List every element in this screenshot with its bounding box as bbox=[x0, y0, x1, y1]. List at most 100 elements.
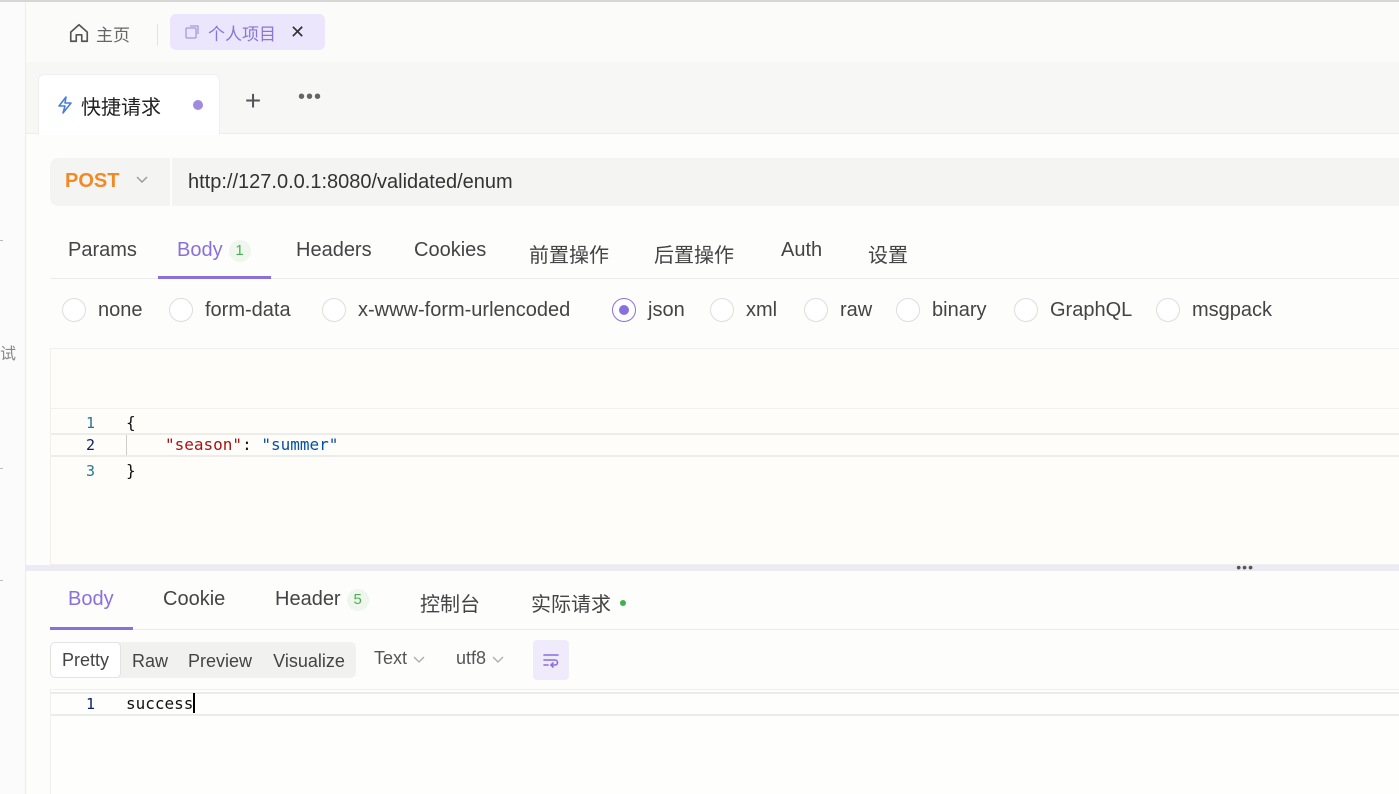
status-dot bbox=[620, 599, 626, 606]
line-number: 3 bbox=[85, 462, 95, 480]
radio-circle[interactable] bbox=[896, 298, 920, 322]
url-bar: POST http://127.0.0.1:8080/validated/enu… bbox=[50, 158, 1399, 206]
text-cursor bbox=[193, 693, 196, 713]
code-text: "season": "summer" bbox=[165, 433, 338, 457]
tab-auth[interactable]: Auth bbox=[781, 239, 822, 262]
tab-label: Cookies bbox=[414, 239, 487, 261]
radio-xml[interactable]: xml bbox=[710, 298, 777, 322]
word-wrap-button[interactable] bbox=[533, 640, 569, 680]
external-link-icon bbox=[185, 25, 199, 39]
radio-circle[interactable] bbox=[169, 298, 193, 322]
radio-circle[interactable] bbox=[62, 298, 86, 322]
view-mode-pretty[interactable]: Pretty bbox=[50, 642, 121, 678]
radio-label: form-data bbox=[205, 298, 291, 321]
radio-label: none bbox=[98, 298, 143, 321]
tab-console[interactable]: 控制台 bbox=[420, 588, 480, 617]
sidebar-tick bbox=[0, 240, 3, 241]
view-mode-segmented-control: Pretty Raw Preview Visualize bbox=[50, 642, 356, 678]
tab-label: 设置 bbox=[868, 245, 908, 267]
format-dropdown[interactable]: Text bbox=[374, 648, 427, 669]
radio-x-www-form-urlencoded[interactable]: x-www-form-urlencoded bbox=[322, 298, 570, 322]
request-section-tabs: Params Body 1 Headers Cookies 前置操作 后置操作 A… bbox=[50, 227, 1399, 279]
chevron-down-icon bbox=[413, 656, 425, 663]
tab-body[interactable]: Body 1 bbox=[177, 239, 251, 262]
tab-label: Cookie bbox=[163, 588, 226, 610]
tab-label: 后置操作 bbox=[654, 245, 734, 267]
chevron-down-icon[interactable] bbox=[134, 171, 150, 187]
request-tab-quick[interactable]: 快捷请求 bbox=[38, 74, 220, 135]
radio-label: x-www-form-urlencoded bbox=[358, 298, 571, 321]
radio-form-data[interactable]: form-data bbox=[169, 298, 291, 322]
tab-response-body[interactable]: Body bbox=[68, 588, 114, 611]
response-section-tabs: Body Cookie Header 5 控制台 实际请求 bbox=[50, 576, 1399, 630]
radio-circle[interactable] bbox=[804, 298, 828, 322]
tab-params[interactable]: Params bbox=[68, 239, 137, 262]
radio-none[interactable]: none bbox=[62, 298, 143, 322]
unsaved-dot-indicator bbox=[193, 100, 203, 110]
home-tab[interactable]: 主页 bbox=[68, 20, 130, 46]
tab-label: 控制台 bbox=[420, 594, 480, 616]
request-tab-label: 快捷请求 bbox=[81, 96, 161, 119]
chevron-down-icon bbox=[492, 656, 504, 663]
radio-circle[interactable] bbox=[710, 298, 734, 322]
response-body-viewer[interactable]: 1 success bbox=[50, 689, 1399, 794]
radio-graphql[interactable]: GraphQL bbox=[1014, 298, 1132, 322]
drag-handle-icon[interactable]: ••• bbox=[1236, 559, 1254, 575]
response-text: success bbox=[126, 694, 194, 713]
tab-response-cookie[interactable]: Cookie bbox=[163, 588, 225, 611]
radio-label: GraphQL bbox=[1050, 298, 1133, 321]
http-method-select[interactable]: POST bbox=[65, 170, 119, 193]
url-input[interactable]: http://127.0.0.1:8080/validated/enum bbox=[188, 171, 513, 194]
tab-post-request[interactable]: 后置操作 bbox=[654, 239, 734, 268]
tab-label: 实际请求 bbox=[531, 594, 611, 616]
left-sidebar-strip: 试 bbox=[0, 2, 26, 794]
radio-msgpack[interactable]: msgpack bbox=[1156, 298, 1272, 322]
lightning-icon bbox=[58, 96, 72, 114]
url-divider bbox=[170, 158, 172, 206]
editor-toolbar-area bbox=[51, 349, 1399, 409]
project-tab[interactable]: 个人项目 ✕ bbox=[170, 14, 325, 50]
json-key: "season" bbox=[165, 435, 243, 454]
tab-actual-request[interactable]: 实际请求 bbox=[531, 588, 626, 617]
code-text: } bbox=[126, 461, 136, 480]
view-mode-raw[interactable]: Raw bbox=[126, 646, 174, 676]
panel-splitter[interactable] bbox=[26, 565, 1399, 571]
tab-label: Headers bbox=[296, 239, 372, 261]
code-line-current: 1 success bbox=[51, 692, 1399, 716]
tab-label: 前置操作 bbox=[529, 245, 609, 267]
view-mode-preview[interactable]: Preview bbox=[182, 646, 258, 676]
code-text: success bbox=[126, 692, 196, 716]
request-body-editor[interactable]: 1 { 2 "season": "summer" 3 } bbox=[50, 348, 1399, 565]
tab-response-header[interactable]: Header 5 bbox=[275, 588, 369, 611]
sidebar-tick bbox=[0, 468, 3, 469]
tab-cookies[interactable]: Cookies bbox=[414, 239, 486, 262]
more-options-icon[interactable]: ••• bbox=[298, 86, 322, 109]
tab-label: Params bbox=[68, 239, 137, 261]
new-tab-plus-icon[interactable]: + bbox=[240, 87, 266, 115]
tab-divider bbox=[157, 24, 158, 46]
tab-headers[interactable]: Headers bbox=[296, 239, 372, 262]
view-mode-visualize[interactable]: Visualize bbox=[266, 646, 352, 676]
radio-label: xml bbox=[746, 298, 778, 321]
radio-circle-selected[interactable] bbox=[612, 298, 636, 322]
body-type-radio-group: none form-data x-www-form-urlencoded jso… bbox=[50, 298, 1399, 328]
encoding-dropdown[interactable]: utf8 bbox=[456, 648, 506, 669]
line-number: 1 bbox=[85, 695, 95, 713]
radio-circle[interactable] bbox=[1014, 298, 1038, 322]
json-value: "summer" bbox=[261, 435, 339, 454]
tab-label: Auth bbox=[781, 239, 823, 261]
radio-json[interactable]: json bbox=[612, 298, 685, 322]
line-number: 2 bbox=[85, 436, 95, 454]
close-icon[interactable]: ✕ bbox=[290, 22, 305, 43]
radio-binary[interactable]: binary bbox=[896, 298, 986, 322]
active-tab-underline bbox=[50, 627, 133, 630]
tab-settings[interactable]: 设置 bbox=[868, 239, 908, 268]
radio-raw[interactable]: raw bbox=[804, 298, 872, 322]
home-icon bbox=[69, 23, 89, 43]
radio-label: raw bbox=[840, 298, 873, 321]
tab-pre-request[interactable]: 前置操作 bbox=[529, 239, 609, 268]
tab-label: Body bbox=[177, 239, 223, 261]
main-panel: 快捷请求 + ••• POST http://127.0.0.1:8080/va… bbox=[26, 62, 1399, 794]
radio-circle[interactable] bbox=[1156, 298, 1180, 322]
radio-circle[interactable] bbox=[322, 298, 346, 322]
